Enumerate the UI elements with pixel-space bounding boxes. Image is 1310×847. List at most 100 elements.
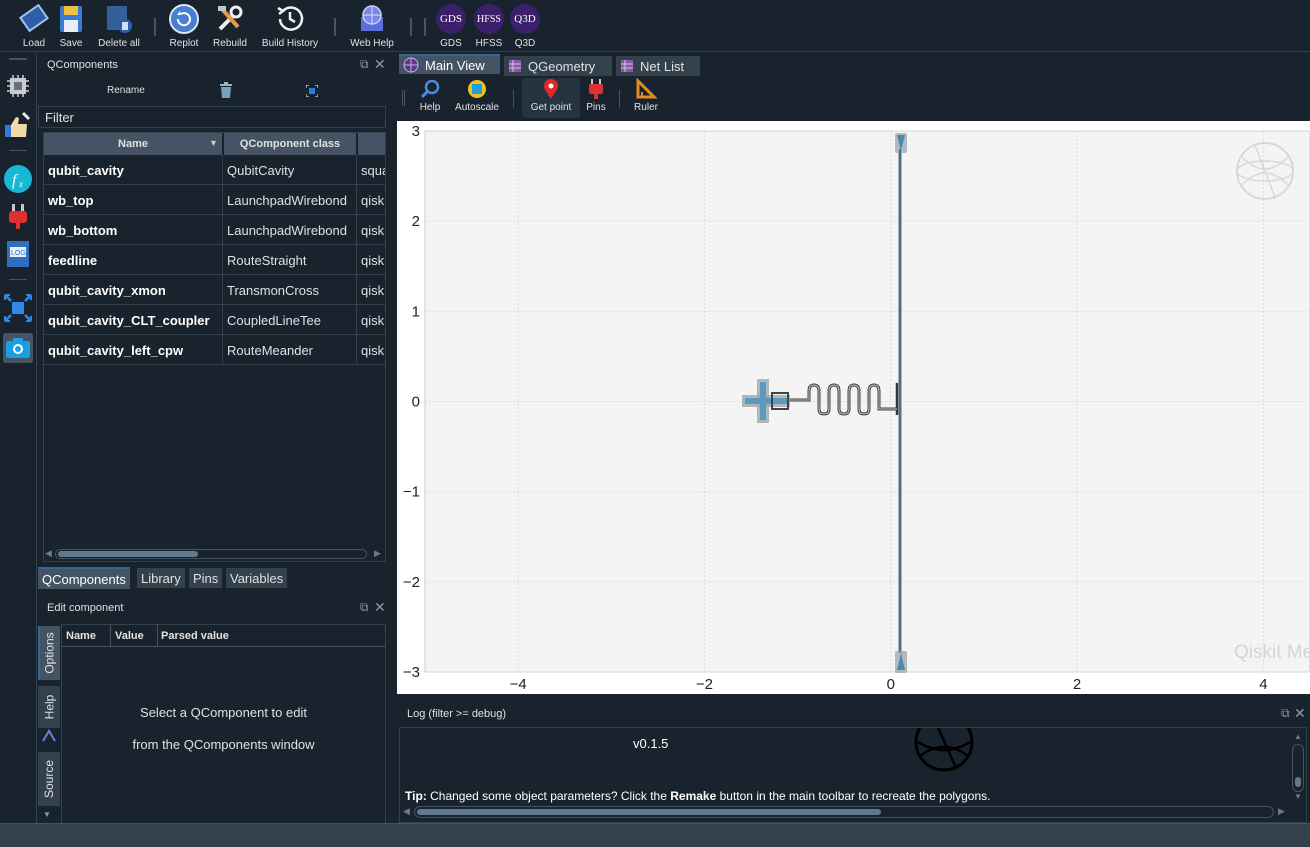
x-tick-label: 0 — [887, 676, 895, 693]
toolbar-separator — [410, 18, 412, 36]
scroll-left-icon[interactable]: ◀ — [403, 806, 410, 817]
scrollbar-thumb[interactable] — [1295, 777, 1301, 787]
scroll-down-icon[interactable]: ▼ — [43, 810, 51, 819]
column-header-parsed[interactable]: Parsed value — [161, 630, 229, 642]
thumbs-up-wrench-icon[interactable] — [3, 111, 33, 141]
toolbar-separator — [619, 90, 620, 108]
tab-pins[interactable]: Pins — [189, 568, 223, 588]
horizontal-scrollbar[interactable] — [414, 806, 1274, 818]
plot-help-button[interactable]: Help — [417, 78, 443, 118]
log-title: Log (filter >= debug) — [407, 708, 507, 720]
wrench-hammer-icon — [213, 2, 247, 36]
component-name: qubit_cavity_left_cpw — [44, 335, 223, 365]
trash-icon[interactable] — [219, 82, 233, 103]
q3d-icon: Q3D — [510, 4, 540, 34]
component-options: qisk — [357, 215, 385, 245]
tab-library[interactable]: Library — [137, 568, 185, 588]
component-options: qisk — [357, 305, 385, 335]
gds-button[interactable]: GDS GDS — [435, 2, 467, 50]
y-tick-label: −3 — [403, 664, 420, 681]
log-output[interactable]: v0.1.5 Tip: Changed some object paramete… — [399, 727, 1307, 823]
horizontal-scrollbar[interactable]: ◀ ▶ — [43, 548, 386, 560]
hfss-button[interactable]: HFSS HFSS — [472, 2, 506, 50]
filter-input[interactable]: Filter — [38, 106, 386, 128]
rename-button[interactable]: Rename — [107, 85, 145, 96]
table-row[interactable]: feedline RouteStraight qisk — [44, 245, 385, 275]
undock-icon[interactable]: ⧉ — [360, 57, 369, 72]
tip-label: Tip: — [405, 789, 427, 803]
fit-screen-icon[interactable] — [3, 293, 33, 323]
chip-icon[interactable] — [3, 71, 33, 101]
close-icon[interactable]: ✕ — [1294, 705, 1306, 722]
tab-qgeometry[interactable]: QGeometry — [504, 56, 612, 76]
y-tick-label: −2 — [403, 574, 420, 591]
main-toolbar: Load Save Delete all Replot Rebuild Buil… — [0, 0, 1310, 52]
function-icon[interactable]: fx — [3, 164, 33, 194]
x-tick-label: 4 — [1259, 676, 1267, 693]
tab-options[interactable]: Options — [38, 626, 60, 680]
rebuild-button[interactable]: Rebuild — [210, 2, 250, 50]
pins-button[interactable]: Pins — [583, 78, 609, 118]
undock-icon[interactable]: ⧉ — [360, 600, 369, 615]
ruler-button[interactable]: Ruler — [629, 78, 663, 118]
scroll-left-icon[interactable]: ◀ — [45, 548, 52, 559]
tab-net-list[interactable]: Net List — [616, 56, 700, 76]
qcomponents-panel-header: QComponents ⧉ ✕ — [38, 56, 390, 74]
plug-icon[interactable] — [3, 201, 33, 231]
table-icon — [509, 60, 521, 72]
get-point-button[interactable]: Get point — [522, 78, 580, 118]
log-panel-header: Log (filter >= debug) ⧉ ✕ — [397, 703, 1310, 725]
scroll-up-icon[interactable]: ▲ — [1294, 732, 1302, 741]
replot-button[interactable]: Replot — [166, 2, 202, 50]
scroll-right-icon[interactable]: ▶ — [374, 548, 381, 559]
table-row[interactable]: wb_top LaunchpadWirebond qisk — [44, 185, 385, 215]
scrollbar-thumb[interactable] — [58, 551, 198, 557]
delete-all-icon — [102, 2, 136, 36]
table-row[interactable]: qubit_cavity QubitCavity squa — [44, 155, 385, 185]
component-class: QubitCavity — [223, 155, 357, 185]
column-header-name[interactable]: Name — [66, 630, 96, 642]
x-tick-label: −2 — [696, 676, 713, 693]
tab-help[interactable]: Help — [38, 686, 60, 728]
scroll-right-icon[interactable]: ▶ — [1278, 806, 1285, 817]
delete-all-button[interactable]: Delete all — [93, 2, 145, 50]
component-class: RouteStraight — [223, 245, 357, 275]
web-help-button[interactable]: Web Help — [346, 2, 398, 50]
tab-main-view[interactable]: Main View — [399, 54, 500, 74]
tab-variables[interactable]: Variables — [226, 568, 288, 588]
table-row[interactable]: wb_bottom LaunchpadWirebond qisk — [44, 215, 385, 245]
close-icon[interactable]: ✕ — [374, 56, 386, 73]
undock-icon[interactable]: ⧉ — [1281, 706, 1290, 721]
tab-source[interactable]: Source — [38, 752, 60, 806]
scroll-down-icon[interactable]: ▼ — [1294, 792, 1302, 801]
select-area-icon[interactable] — [305, 84, 319, 102]
load-button[interactable]: Load — [16, 2, 52, 50]
table-row[interactable]: qubit_cavity_xmon TransmonCross qisk — [44, 275, 385, 305]
column-header-name[interactable]: Name ▼ — [44, 133, 223, 155]
main-plot-canvas[interactable]: −4 −2 0 2 4 3 2 1 0 −1 −2 −3 Qiskit Metal — [397, 121, 1310, 694]
column-header-value[interactable]: Value — [115, 630, 144, 642]
table-row[interactable]: qubit_cavity_CLT_coupler CoupledLineTee … — [44, 305, 385, 335]
close-icon[interactable]: ✕ — [374, 599, 386, 616]
message-line: Select a QComponent to edit — [140, 705, 307, 720]
q3d-button[interactable]: Q3D Q3D — [509, 2, 541, 50]
table-icon — [621, 60, 633, 72]
save-button[interactable]: Save — [56, 2, 86, 50]
y-tick-label: 2 — [412, 213, 420, 230]
y-tick-label: 1 — [412, 303, 420, 320]
column-header-options[interactable] — [358, 133, 385, 155]
tab-qcomponents[interactable]: QComponents — [38, 567, 130, 589]
edit-table: Name Value Parsed value Select a QCompon… — [61, 624, 386, 824]
component-options: qisk — [357, 275, 385, 305]
toolbar-grip — [402, 90, 405, 106]
log-icon[interactable]: LOG — [3, 239, 33, 269]
scrollbar-thumb[interactable] — [417, 809, 881, 815]
build-history-button[interactable]: Build History — [258, 2, 322, 50]
screenshot-icon[interactable] — [3, 333, 33, 363]
vertical-scrollbar[interactable] — [1292, 744, 1304, 792]
replot-icon — [167, 2, 201, 36]
column-header-class[interactable]: QComponent class — [224, 133, 357, 155]
autoscale-button[interactable]: Autoscale — [451, 78, 503, 118]
component-name: qubit_cavity_CLT_coupler — [44, 305, 223, 335]
table-row[interactable]: qubit_cavity_left_cpw RouteMeander qisk — [44, 335, 385, 365]
